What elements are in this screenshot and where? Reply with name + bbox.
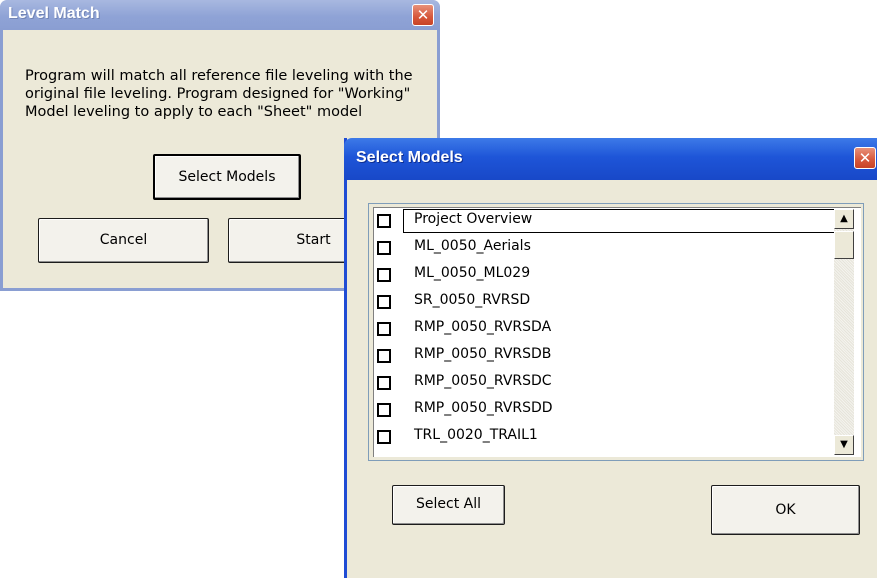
select-models-button-label: Select Models [178,169,276,185]
list-item-checkbox[interactable] [377,376,391,390]
list-item[interactable]: ML_0050_Aerials [374,235,836,262]
list-item[interactable]: RMP_0050_RVRSDB [374,343,836,370]
list-item[interactable]: RMP_0050_RVRSDA [374,316,836,343]
list-item[interactable]: TRL_0020_TRAIL1 [374,424,836,451]
list-item-label: ML_0050_ML029 [414,265,531,281]
scroll-down-icon[interactable]: ▼ [834,435,854,455]
ok-button[interactable]: OK [711,485,860,535]
list-item[interactable]: ML_0050_ML029 [374,262,836,289]
list-item[interactable]: Project Overview [374,208,836,235]
scroll-thumb[interactable] [834,231,854,259]
level-match-title: Level Match [8,5,100,22]
list-item-label: ML_0050_Aerials [414,238,531,254]
list-item-checkbox[interactable] [377,295,391,309]
level-match-description: Program will match all reference file le… [25,68,413,120]
list-item-checkbox[interactable] [377,403,391,417]
list-item-checkbox[interactable] [377,349,391,363]
list-item-label: RMP_0050_RVRSDB [414,346,552,362]
select-all-button[interactable]: Select All [392,485,505,525]
models-scrollbar[interactable]: ▲ ▼ [834,209,854,455]
select-models-close-icon[interactable]: ✕ [854,147,876,169]
list-item-checkbox[interactable] [377,268,391,282]
select-models-title: Select Models [356,149,463,166]
list-item-label: TRL_0020_TRAIL1 [414,427,538,443]
select-all-button-label: Select All [416,496,481,512]
list-item[interactable]: SR_0050_RVRSD [374,289,836,316]
list-item-label: RMP_0050_RVRSDC [414,373,552,389]
scroll-up-icon[interactable]: ▲ [834,209,854,229]
cancel-button-label: Cancel [99,232,148,248]
list-item-checkbox[interactable] [377,241,391,255]
cancel-button[interactable]: Cancel [38,218,209,263]
level-match-titlebar[interactable]: Level Match ✕ [0,0,440,30]
ok-button-label: OK [775,502,796,518]
list-item-label: RMP_0050_RVRSDD [414,400,553,416]
level-match-close-icon[interactable]: ✕ [412,4,434,26]
list-item[interactable]: RMP_0050_RVRSDC [374,370,836,397]
list-item-label: RMP_0050_RVRSDA [414,319,552,335]
models-listbox[interactable]: Project Overview ML_0050_Aerials ML_0050_M… [373,207,861,457]
list-item-label: SR_0050_RVRSD [414,292,531,308]
list-item-checkbox[interactable] [377,430,391,444]
select-models-titlebar[interactable]: Select Models ✕ [344,138,877,180]
list-item-label: Project Overview [414,211,533,227]
list-item[interactable]: RMP_0050_RVRSDD [374,397,836,424]
list-item-checkbox[interactable] [377,214,391,228]
select-models-button[interactable]: Select Models [153,154,301,200]
select-models-dialog: Select Models ✕ Project Overview ML_0050_… [344,138,877,578]
list-item-checkbox[interactable] [377,322,391,336]
